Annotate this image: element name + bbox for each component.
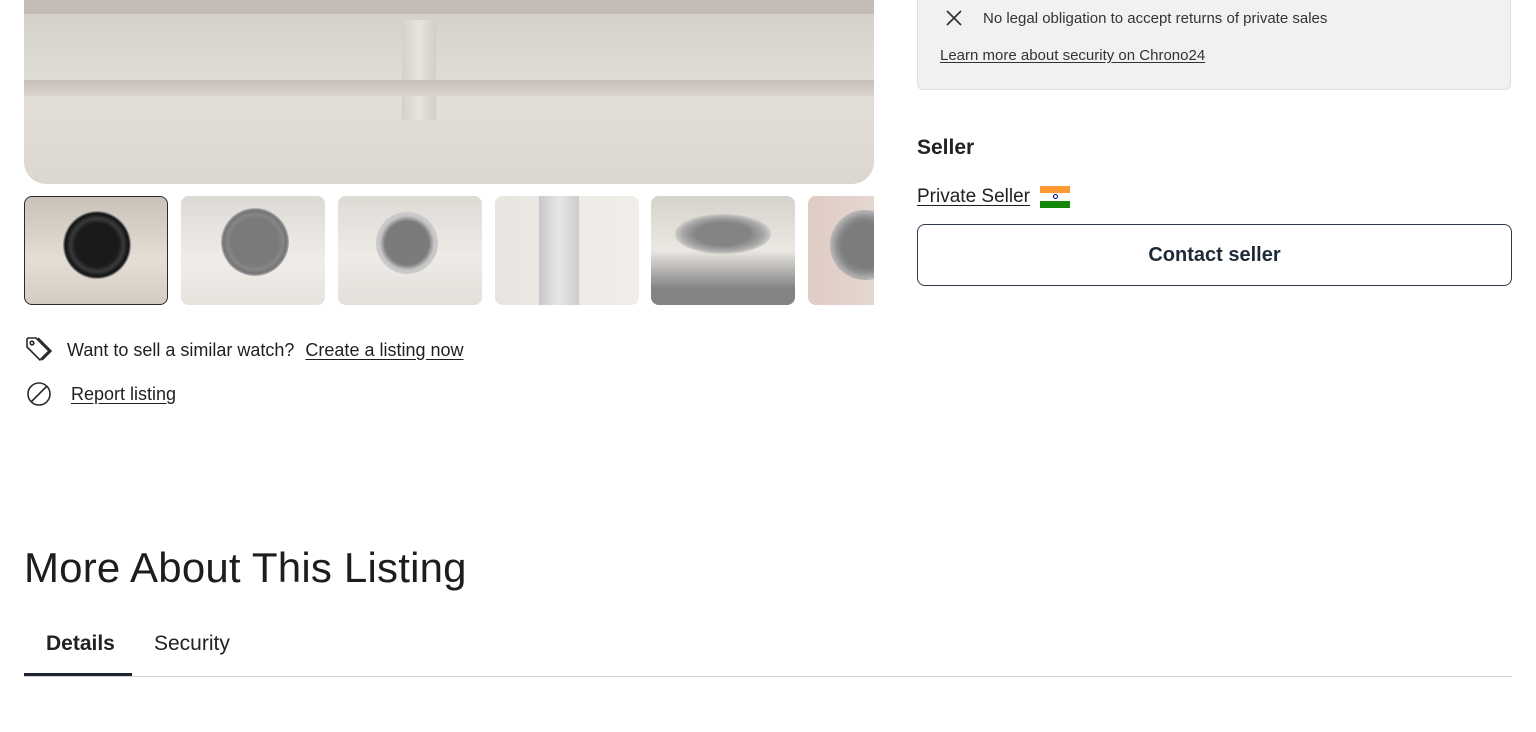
thumbnail-strip [24, 196, 874, 306]
security-item: No legal obligation to accept returns of… [944, 8, 1327, 28]
watch-image [221, 208, 289, 276]
case-image [675, 214, 771, 254]
report-listing-link[interactable]: Report listing [71, 384, 176, 405]
create-listing-link[interactable]: Create a listing now [305, 340, 463, 361]
sell-similar-row: Want to sell a similar watch? Create a l… [24, 335, 464, 365]
watch-image [63, 211, 131, 279]
thumbnail-2[interactable] [181, 196, 325, 305]
image-tray-post [402, 20, 436, 120]
thumbnail-1[interactable] [24, 196, 168, 305]
thumbnail-6[interactable] [808, 196, 874, 305]
thumbnail-4[interactable] [495, 196, 639, 305]
listing-tabs: Details Security [24, 620, 1512, 677]
bracelet-image [539, 196, 579, 305]
india-flag-icon [1040, 186, 1070, 208]
watch-image [376, 212, 438, 274]
learn-more-security-link[interactable]: Learn more about security on Chrono24 [940, 47, 1205, 64]
image-tray-rim [24, 0, 874, 14]
report-row: Report listing [24, 379, 176, 409]
price-tag-icon [24, 335, 54, 365]
thumbnail-5[interactable] [651, 196, 795, 305]
security-info-box: No legal obligation to accept returns of… [917, 0, 1511, 90]
image-tray-shelf [24, 80, 874, 96]
security-item-text: No legal obligation to accept returns of… [983, 9, 1328, 27]
thumbnail-3[interactable] [338, 196, 482, 305]
seller-heading: Seller [917, 136, 975, 159]
active-tab-indicator [24, 673, 132, 676]
watch-image [830, 210, 874, 280]
prohibited-icon [24, 379, 54, 409]
close-x-icon [944, 8, 964, 28]
contact-seller-button[interactable]: Contact seller [917, 224, 1512, 286]
tab-details[interactable]: Details [46, 632, 115, 656]
main-listing-image[interactable] [24, 0, 874, 184]
sell-prompt-text: Want to sell a similar watch? [67, 339, 295, 360]
seller-row: Private Seller [917, 186, 1070, 208]
more-about-heading: More About This Listing [24, 544, 467, 591]
private-seller-link[interactable]: Private Seller [917, 186, 1030, 208]
tab-security[interactable]: Security [154, 632, 230, 656]
